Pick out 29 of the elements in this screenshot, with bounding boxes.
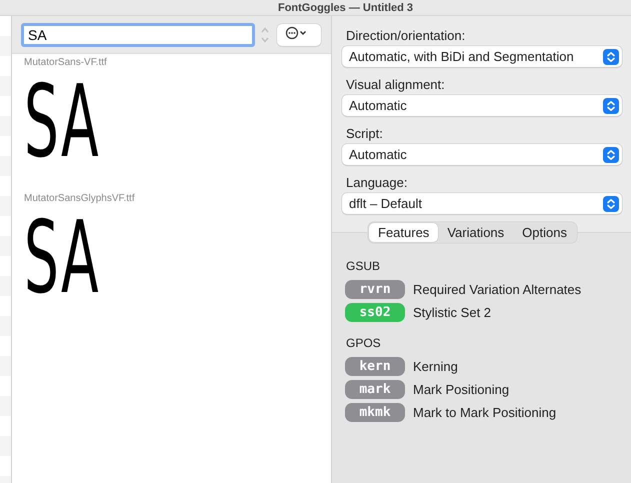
feature-name: Stylistic Set 2 (413, 305, 492, 320)
more-menu-button[interactable] (277, 24, 321, 46)
text-input-field[interactable]: SA (21, 22, 255, 46)
font-file-name: MutatorSansGlyphsVF.ttf (24, 193, 135, 204)
popup-button[interactable]: Automatic (342, 144, 622, 165)
group-title: GSUB (346, 259, 380, 273)
stepper-chevrons-icon (603, 146, 619, 162)
stepper-chevrons-icon (603, 98, 619, 114)
popup-button[interactable]: Automatic, with BiDi and Segmentation (342, 46, 622, 67)
feature-name: Kerning (413, 359, 458, 374)
feature-name: Mark Positioning (413, 382, 510, 397)
glyph-sample: SA (24, 204, 100, 312)
setting-label: Visual alignment: (345, 77, 446, 92)
popup-button[interactable]: Automatic (342, 95, 622, 116)
popup-button[interactable]: dflt – Default (342, 193, 622, 214)
window-title: FontGoggles — Untitled 3 (278, 2, 414, 14)
font-file-name: MutatorSans-VF.ttf (24, 57, 107, 68)
tab[interactable]: Features (369, 223, 438, 242)
group-title: GPOS (346, 336, 381, 350)
setting-label: Direction/orientation: (345, 28, 466, 43)
glyph-sample: SA (24, 68, 100, 176)
setting-label: Language: (345, 175, 408, 190)
feature-name: Mark to Mark Positioning (413, 405, 556, 420)
stepper-chevrons-icon (603, 48, 619, 64)
tab[interactable]: Options (513, 223, 576, 242)
tab[interactable]: Variations (438, 223, 514, 242)
stepper-chevrons-icon (603, 196, 619, 212)
feature-name: Required Variation Alternates (413, 282, 582, 297)
setting-label: Script: (345, 126, 384, 141)
